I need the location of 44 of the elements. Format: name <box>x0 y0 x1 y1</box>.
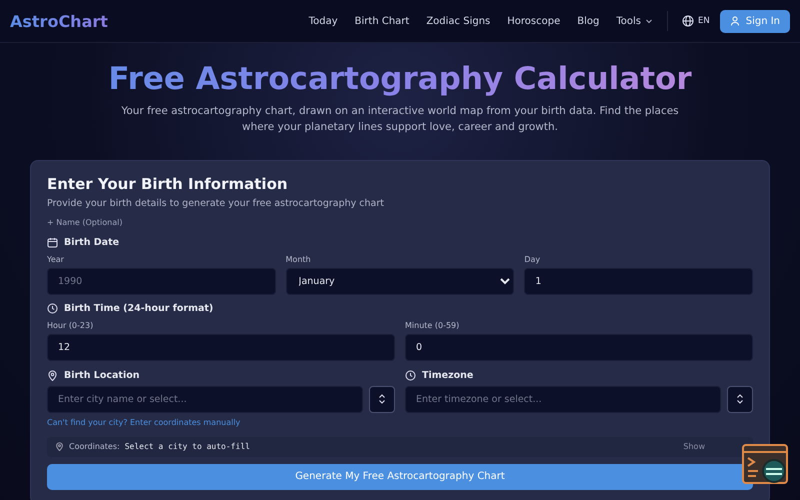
field-label: Month <box>286 254 312 264</box>
location-pin-icon <box>55 442 64 452</box>
feedback-widget-icon[interactable] <box>742 444 790 486</box>
nav-link[interactable]: Today <box>308 16 338 26</box>
nav-link[interactable]: Zodiac Signs <box>426 16 490 26</box>
nav-link[interactable]: Horoscope <box>507 16 560 26</box>
form-description: Provide your birth details to generate your free astrocartography chart <box>47 198 386 209</box>
section-heading: Birth Location <box>64 370 140 381</box>
nav-link[interactable]: Blog <box>577 16 600 26</box>
city-search-field[interactable]: Enter city name or select... <box>47 386 363 413</box>
clock-icon <box>405 370 416 381</box>
input-field[interactable]: 1990 <box>47 268 276 295</box>
up-down-chevron-icon <box>736 394 744 404</box>
section-heading: Birth Time (24-hour format) <box>64 302 214 314</box>
timezone-dropdown-button[interactable] <box>727 386 753 413</box>
calendar-icon <box>47 236 58 248</box>
timezone-search-field[interactable]: Enter timezone or select... <box>405 386 721 413</box>
coordinates-value: Select a city to auto-fill <box>124 442 250 452</box>
section-heading: Birth Date <box>64 236 120 248</box>
field-label: Minute (0-59) <box>405 320 460 330</box>
up-down-chevron-icon <box>378 394 386 404</box>
coordinates-label: Coordinates: <box>69 442 120 452</box>
city-dropdown-button[interactable] <box>369 386 395 413</box>
name-toggle-link[interactable]: + Name (Optional) <box>47 218 122 227</box>
nav-link[interactable]: Tools <box>616 16 653 26</box>
input-field[interactable]: 12 <box>47 334 395 361</box>
nav-link[interactable]: Birth Chart <box>354 16 410 26</box>
section-heading: Timezone <box>422 370 474 381</box>
field-label: Hour (0-23) <box>47 320 94 330</box>
manual-coordinates-link[interactable]: Can't find your city? Enter coordinates manually <box>47 418 395 427</box>
input-field[interactable]: 1 <box>524 268 753 295</box>
logo[interactable]: AstroChart <box>10 12 108 30</box>
chevron-down-icon <box>644 17 653 25</box>
language-button[interactable]: EN <box>682 15 710 27</box>
clock-icon <box>47 302 58 314</box>
user-icon <box>730 16 740 26</box>
page-subtitle: Your free astrocartography chart, drawn on an interactive world map from your birth data. Find the places where your planetary lines support love, career and growth. <box>120 104 680 135</box>
field-label: Year <box>47 254 65 264</box>
input-field[interactable]: 0 <box>405 334 753 361</box>
form-title: Enter Your Birth Information <box>47 174 289 193</box>
location-pin-icon <box>47 370 58 381</box>
globe-icon <box>682 15 694 27</box>
show-coordinates-link[interactable]: Show <box>683 442 705 452</box>
field-label: Day <box>524 254 542 264</box>
